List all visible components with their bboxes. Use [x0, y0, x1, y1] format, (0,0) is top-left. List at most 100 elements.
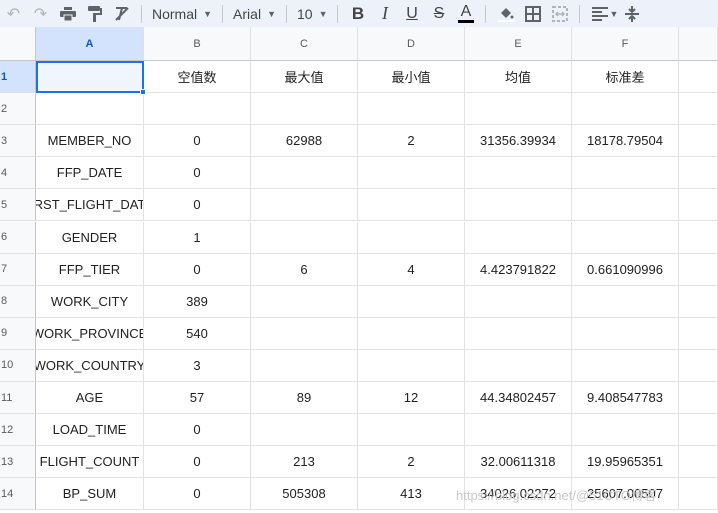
cell-f12[interactable] — [572, 414, 679, 447]
row-header[interactable]: 14 — [0, 478, 36, 511]
cell-b1[interactable]: 空值数 — [144, 61, 251, 94]
column-header-c[interactable]: C — [251, 27, 358, 61]
column-header-b[interactable]: B — [144, 27, 251, 61]
cell-e5[interactable] — [465, 189, 572, 222]
cell-b3[interactable]: 0 — [144, 125, 251, 158]
cell-c6[interactable] — [251, 221, 358, 254]
cell-extra[interactable] — [679, 285, 718, 318]
strikethrough-icon[interactable]: S — [425, 0, 452, 27]
cell-e2[interactable] — [465, 93, 572, 126]
merge-cells-icon[interactable] — [546, 0, 573, 27]
column-header-d[interactable]: D — [358, 27, 465, 61]
cell-a13[interactable]: FLIGHT_COUNT — [36, 446, 144, 479]
cell-c13[interactable]: 213 — [251, 446, 358, 479]
cell-a3[interactable]: MEMBER_NO — [36, 125, 144, 158]
cell-b6[interactable]: 1 — [144, 221, 251, 254]
cell-e13[interactable]: 32.00611318 — [465, 446, 572, 479]
row-header[interactable]: 5 — [0, 189, 36, 222]
cell-e7[interactable]: 4.423791822 — [465, 253, 572, 286]
cell-c2[interactable] — [251, 93, 358, 126]
cell-extra[interactable] — [679, 93, 718, 126]
row-header[interactable]: 7 — [0, 253, 36, 286]
cell-f13[interactable]: 19.95965351 — [572, 446, 679, 479]
cell-d9[interactable] — [358, 317, 465, 350]
cell-d12[interactable] — [358, 414, 465, 447]
cell-f7[interactable]: 0.661090996 — [572, 253, 679, 286]
cell-b12[interactable]: 0 — [144, 414, 251, 447]
select-all-corner[interactable] — [0, 27, 36, 61]
cell-b13[interactable]: 0 — [144, 446, 251, 479]
cell-c10[interactable] — [251, 349, 358, 382]
cell-d4[interactable] — [358, 157, 465, 190]
row-header[interactable]: 8 — [0, 285, 36, 318]
borders-icon[interactable] — [519, 0, 546, 27]
cell-e12[interactable] — [465, 414, 572, 447]
cell-b10[interactable]: 3 — [144, 349, 251, 382]
cell-f1[interactable]: 标准差 — [572, 61, 679, 94]
cell-a14[interactable]: BP_SUM — [36, 478, 144, 511]
chevron-down-icon[interactable]: ▼ — [609, 9, 618, 19]
cell-b8[interactable]: 389 — [144, 285, 251, 318]
cell-e6[interactable] — [465, 221, 572, 254]
style-select[interactable]: Normal ▼ — [148, 0, 216, 27]
undo-icon[interactable]: ↶ — [0, 0, 27, 27]
cell-d11[interactable]: 12 — [358, 382, 465, 415]
cell-extra[interactable] — [679, 382, 718, 415]
cell-c7[interactable]: 6 — [251, 253, 358, 286]
cell-f5[interactable] — [572, 189, 679, 222]
cell-c12[interactable] — [251, 414, 358, 447]
cell-c1[interactable]: 最大值 — [251, 61, 358, 94]
cell-f3[interactable]: 18178.79504 — [572, 125, 679, 158]
cell-d5[interactable] — [358, 189, 465, 222]
cell-extra[interactable] — [679, 349, 718, 382]
cell-extra[interactable] — [679, 478, 718, 511]
print-icon[interactable] — [54, 0, 81, 27]
cell-f10[interactable] — [572, 349, 679, 382]
row-header[interactable]: 9 — [0, 317, 36, 350]
cell-e11[interactable]: 44.34802457 — [465, 382, 572, 415]
cell-e10[interactable] — [465, 349, 572, 382]
cell-c5[interactable] — [251, 189, 358, 222]
cell-c4[interactable] — [251, 157, 358, 190]
row-header[interactable]: 11 — [0, 382, 36, 415]
font-select[interactable]: Arial ▼ — [229, 0, 280, 27]
cell-extra[interactable] — [679, 61, 718, 94]
cell-d2[interactable] — [358, 93, 465, 126]
cell-b11[interactable]: 57 — [144, 382, 251, 415]
cell-c14[interactable]: 505308 — [251, 478, 358, 511]
cell-f8[interactable] — [572, 285, 679, 318]
cell-extra[interactable] — [679, 221, 718, 254]
bold-icon[interactable]: B — [344, 0, 371, 27]
cell-f4[interactable] — [572, 157, 679, 190]
cell-e3[interactable]: 31356.39934 — [465, 125, 572, 158]
cell-c3[interactable]: 62988 — [251, 125, 358, 158]
cell-b7[interactable]: 0 — [144, 253, 251, 286]
cell-a9[interactable]: WORK_PROVINCE — [36, 317, 144, 350]
cell-d14[interactable]: 413 — [358, 478, 465, 511]
paint-format-icon[interactable] — [81, 0, 108, 27]
cell-b4[interactable]: 0 — [144, 157, 251, 190]
cell-extra[interactable] — [679, 253, 718, 286]
cell-f9[interactable] — [572, 317, 679, 350]
clear-format-icon[interactable] — [108, 0, 135, 27]
underline-icon[interactable]: U — [398, 0, 425, 27]
column-header-extra[interactable] — [679, 27, 718, 61]
cell-b14[interactable]: 0 — [144, 478, 251, 511]
row-header[interactable]: 2 — [0, 93, 36, 126]
cell-extra[interactable] — [679, 189, 718, 222]
cell-a12[interactable]: LOAD_TIME — [36, 414, 144, 447]
cell-a4[interactable]: FFP_DATE — [36, 157, 144, 190]
fill-color-icon[interactable] — [492, 0, 519, 27]
column-header-f[interactable]: F — [572, 27, 679, 61]
cell-e8[interactable] — [465, 285, 572, 318]
cell-a11[interactable]: AGE — [36, 382, 144, 415]
cell-d6[interactable] — [358, 221, 465, 254]
cell-extra[interactable] — [679, 317, 718, 350]
cell-f2[interactable] — [572, 93, 679, 126]
cell-d8[interactable] — [358, 285, 465, 318]
column-header-a[interactable]: A — [36, 27, 144, 61]
font-size-select[interactable]: 10 ▼ — [293, 0, 332, 27]
cell-d13[interactable]: 2 — [358, 446, 465, 479]
cell-extra[interactable] — [679, 446, 718, 479]
row-header[interactable]: 4 — [0, 157, 36, 190]
